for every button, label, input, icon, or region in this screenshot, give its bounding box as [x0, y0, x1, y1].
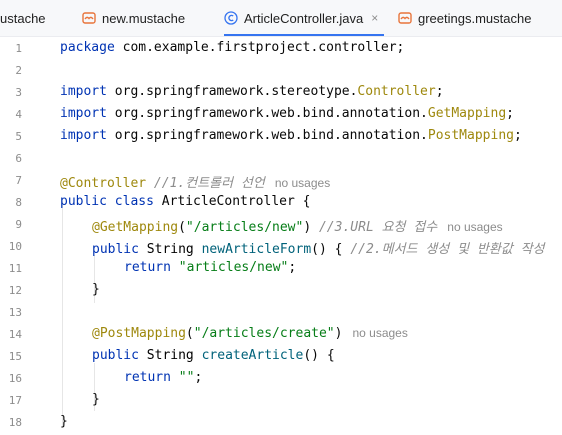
code-editor[interactable]: 1 2 3 4 5 6 7 8 9 10 11 12 13 14 15 16 1… — [0, 37, 562, 435]
tab-label: ArticleController.java — [244, 10, 364, 26]
imported-class: Controller — [357, 84, 436, 99]
keyword: package — [60, 40, 115, 55]
string-literal: "/articles/create" — [193, 326, 335, 341]
code-line-3: import org.springframework.stereotype.Co… — [60, 84, 444, 99]
line-number: 3 — [15, 86, 22, 99]
type-name: String — [138, 242, 202, 257]
code-text: } — [92, 392, 100, 407]
line-number: 15 — [8, 350, 22, 363]
tab-greetings-mustache[interactable]: greetings.mustache — [398, 0, 531, 36]
tab-article-controller[interactable]: ArticleController.java × — [224, 0, 385, 36]
line-number: 5 — [15, 130, 22, 143]
code-line-4: import org.springframework.web.bind.anno… — [60, 106, 514, 121]
annotation: @PostMapping — [92, 326, 186, 341]
code-text: org.springframework.web.bind.annotation. — [106, 128, 428, 143]
close-icon[interactable]: × — [371, 11, 378, 25]
line-number: 10 — [8, 240, 22, 253]
comment: //3.URL 요청 접수 — [311, 220, 438, 235]
keyword: import — [60, 84, 107, 99]
code-text: () { — [311, 242, 351, 257]
imported-class: PostMapping — [427, 128, 514, 143]
annotation: @GetMapping — [92, 220, 179, 235]
keyword: return — [124, 370, 171, 385]
code-text: ) — [334, 326, 343, 341]
code-line-1: package com.example.firstproject.control… — [60, 40, 404, 55]
mustache-icon — [398, 12, 412, 24]
code-text: ; — [194, 370, 203, 385]
keyword: import — [60, 128, 107, 143]
line-number: 8 — [15, 196, 22, 209]
code-line-12: } — [92, 282, 100, 297]
code-text: ; — [513, 128, 522, 143]
line-number: 9 — [15, 218, 22, 231]
line-number: 18 — [8, 416, 22, 429]
string-literal: "articles/new" — [170, 260, 289, 275]
line-number: 1 — [15, 42, 22, 55]
comment: //2.메서드 생성 및 반환값 작성 — [350, 242, 545, 257]
usages-hint[interactable]: no usages — [447, 220, 502, 234]
usages-hint[interactable]: no usages — [275, 176, 330, 190]
line-number: 16 — [8, 372, 22, 385]
line-number: 17 — [8, 394, 22, 407]
code-text: ) — [303, 220, 312, 235]
line-number: 14 — [8, 328, 22, 341]
tab-label: ustache — [0, 10, 46, 26]
code-line-5: import org.springframework.web.bind.anno… — [60, 128, 522, 143]
code-text: ( — [178, 220, 186, 235]
code-line-10: public String newArticleForm() { //2.메서드… — [92, 238, 545, 257]
code-text: com.example.firstproject.controller; — [114, 40, 405, 55]
keyword: import — [60, 106, 107, 121]
type-name: String — [138, 348, 202, 363]
code-text: ArticleController { — [153, 194, 311, 209]
code-line-16: return ""; — [124, 370, 202, 385]
code-text: org.springframework.stereotype. — [106, 84, 358, 99]
code-text: () { — [303, 348, 335, 363]
annotation: @Controller — [60, 176, 147, 191]
line-number: 4 — [15, 108, 22, 121]
code-text: } — [60, 414, 68, 429]
code-text: ( — [185, 326, 194, 341]
line-number: 7 — [15, 174, 22, 187]
tab-new-mustache[interactable]: new.mustache — [82, 0, 185, 36]
line-number: 2 — [15, 64, 22, 77]
method-name: newArticleForm — [201, 242, 312, 257]
code-text: } — [92, 282, 100, 297]
code-line-14: @PostMapping("/articles/create") no usage… — [92, 326, 408, 341]
keyword: return — [124, 260, 171, 275]
code-text: ; — [506, 106, 514, 121]
tab-mustache-partial[interactable]: ustache — [0, 0, 46, 36]
mustache-icon — [82, 12, 96, 24]
string-literal: "/articles/new" — [185, 220, 304, 235]
method-name: createArticle — [201, 348, 304, 363]
string-literal: "" — [170, 370, 195, 385]
code-line-7: @Controller //1.컨트롤러 선언 no usages — [60, 172, 330, 191]
line-number: 11 — [8, 262, 22, 275]
code-line-17: } — [92, 392, 100, 407]
code-line-18: } — [60, 414, 68, 429]
code-line-9: @GetMapping("/articles/new") //3.URL 요청 … — [92, 216, 503, 235]
line-number: 6 — [15, 152, 22, 165]
indent-guide — [62, 201, 63, 428]
code-line-11: return "articles/new"; — [124, 260, 296, 275]
usages-hint[interactable]: no usages — [352, 326, 407, 340]
code-text: ; — [435, 84, 444, 99]
class-icon — [224, 11, 238, 25]
code-line-8: public class ArticleController { — [60, 194, 310, 209]
editor-tab-bar: ustache new.mustache ArticleController.j… — [0, 0, 562, 37]
keyword: public — [92, 242, 139, 257]
line-number: 13 — [8, 306, 22, 319]
comment: //1.컨트롤러 선언 — [146, 176, 265, 191]
keyword: public — [92, 348, 139, 363]
code-line-15: public String createArticle() { — [92, 348, 335, 363]
tab-label: greetings.mustache — [418, 10, 532, 26]
line-number: 12 — [8, 284, 22, 297]
imported-class: GetMapping — [427, 106, 507, 121]
code-text: ; — [288, 260, 297, 275]
code-text: org.springframework.web.bind.annotation. — [106, 106, 428, 121]
keyword: public class — [60, 194, 154, 209]
tab-label: new.mustache — [102, 10, 186, 26]
